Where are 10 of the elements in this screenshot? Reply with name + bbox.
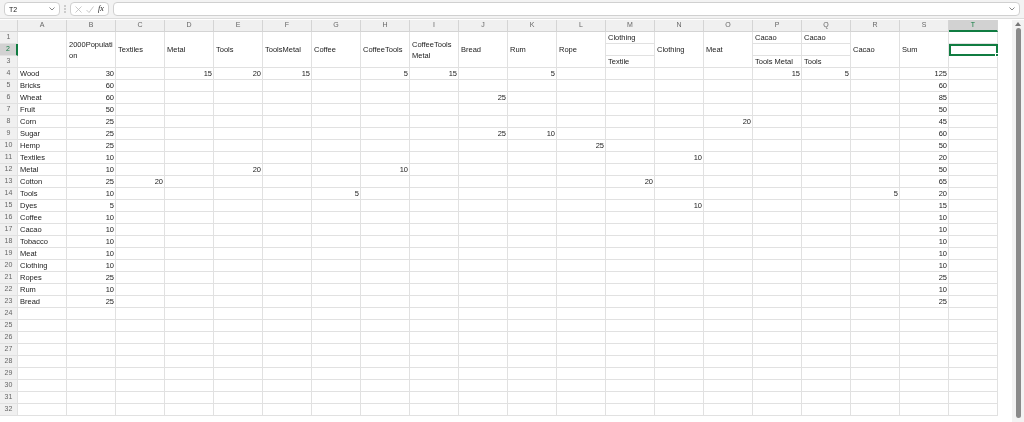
check-icon[interactable] bbox=[86, 5, 94, 13]
cancel-icon[interactable] bbox=[75, 5, 82, 13]
scrollbar-thumb[interactable] bbox=[1015, 28, 1021, 418]
chevron-down-icon[interactable] bbox=[49, 7, 55, 11]
scroll-up-icon[interactable] bbox=[1015, 22, 1021, 26]
chevron-down-icon[interactable] bbox=[1009, 7, 1015, 11]
formula-input[interactable] bbox=[112, 2, 1020, 16]
insert-function-button[interactable]: fx bbox=[98, 5, 104, 13]
active-cell[interactable] bbox=[949, 44, 998, 56]
vertical-scrollbar[interactable] bbox=[1012, 20, 1024, 422]
